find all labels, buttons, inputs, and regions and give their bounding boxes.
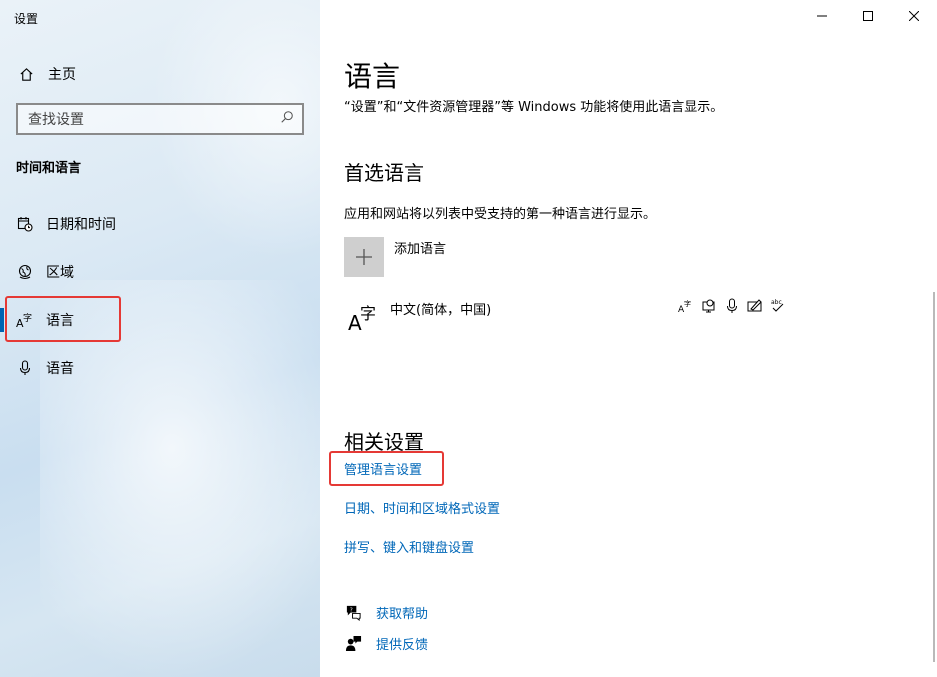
language-glyph-icon: A 字 — [344, 298, 384, 338]
sidebar-item-date-time[interactable]: 日期和时间 — [0, 204, 320, 244]
language-list-item[interactable]: A 字 中文(简体，中国) A字 abc — [344, 298, 784, 338]
home-icon — [18, 66, 34, 82]
page-description: “设置”和“文件资源管理器”等 Windows 功能将使用此语言显示。 — [344, 100, 724, 115]
app-title: 设置 — [14, 12, 39, 26]
globe-icon — [16, 263, 34, 281]
date-time-region-format-link[interactable]: 日期、时间和区域格式设置 — [344, 498, 500, 517]
spell-check-icon: abc — [768, 298, 787, 314]
sidebar-item-label: 语音 — [46, 361, 74, 377]
close-icon — [909, 11, 919, 21]
preferred-language-heading: 首选语言 — [344, 161, 424, 185]
give-feedback-label: 提供反馈 — [376, 638, 429, 653]
home-nav-item[interactable]: 主页 — [0, 58, 320, 90]
highlight-box-manage-language — [329, 451, 444, 486]
plus-icon — [344, 237, 384, 277]
search-input[interactable]: 查找设置 — [16, 103, 304, 135]
microphone-icon — [16, 359, 34, 377]
maximize-icon — [863, 11, 873, 21]
search-placeholder: 查找设置 — [28, 112, 84, 128]
minimize-button[interactable] — [799, 0, 845, 32]
add-language-button[interactable]: 添加语言 — [344, 237, 446, 277]
sidebar-item-speech[interactable]: 语音 — [0, 348, 320, 388]
feedback-icon — [344, 635, 362, 653]
glyph-zi: 字 — [360, 304, 377, 323]
sidebar-item-label: 区域 — [46, 265, 74, 281]
window-controls — [799, 0, 937, 32]
search-icon[interactable] — [280, 110, 294, 128]
calendar-clock-icon — [16, 215, 34, 233]
active-indicator — [0, 308, 4, 332]
highlight-box-language — [5, 296, 121, 342]
preferred-language-description: 应用和网站将以列表中受支持的第一种语言进行显示。 — [344, 207, 657, 222]
minimize-icon — [817, 15, 827, 17]
home-label: 主页 — [48, 67, 76, 83]
main-panel: 语言 “设置”和“文件资源管理器”等 Windows 功能将使用此语言显示。 首… — [320, 0, 937, 677]
maximize-button[interactable] — [845, 0, 891, 32]
help-chat-icon: ? — [344, 604, 362, 622]
give-feedback-link[interactable]: 提供反馈 — [344, 634, 428, 653]
speech-recognition-icon — [699, 298, 718, 314]
language-feature-icons: A字 abc — [676, 298, 787, 314]
spelling-typing-keyboard-link[interactable]: 拼写、键入和键盘设置 — [344, 537, 474, 556]
language-name: 中文(简体，中国) — [390, 303, 492, 318]
display-language-icon: A字 — [676, 298, 695, 314]
get-help-link[interactable]: ? 获取帮助 — [344, 603, 428, 622]
sidebar-item-label: 日期和时间 — [46, 217, 116, 233]
spell-icon-text: abc — [771, 299, 782, 306]
scrollbar[interactable] — [933, 292, 935, 662]
add-language-label: 添加语言 — [394, 242, 447, 257]
get-help-label: 获取帮助 — [376, 607, 429, 622]
sidebar-item-region[interactable]: 区域 — [0, 252, 320, 292]
svg-text:?: ? — [349, 608, 352, 614]
section-title: 时间和语言 — [16, 161, 82, 176]
microphone-icon — [722, 298, 741, 314]
close-button[interactable] — [891, 0, 937, 32]
sidebar: 设置 主页 查找设置 时间和语言 日期和时间 区域 A 字 语言 语音 — [0, 0, 320, 677]
page-title: 语言 — [344, 60, 401, 93]
handwriting-icon — [745, 298, 764, 314]
svg-text:字: 字 — [684, 299, 691, 308]
